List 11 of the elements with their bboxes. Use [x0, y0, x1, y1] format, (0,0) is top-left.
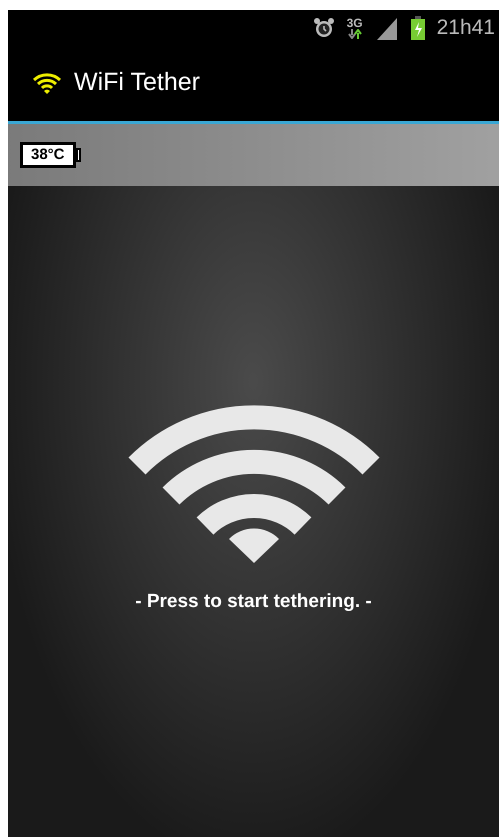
battery-tip-icon	[76, 148, 81, 162]
data-arrows-icon	[348, 28, 362, 38]
alarm-clock-icon	[312, 16, 335, 38]
app-title: WiFi Tether	[74, 67, 200, 98]
clock-time: 21h41	[436, 14, 495, 41]
temperature-battery-label: 38°C	[20, 142, 76, 168]
charging-battery-icon	[410, 16, 425, 40]
signal-bars-icon	[374, 16, 399, 40]
start-hint-text: - Press to start tethering. -	[135, 590, 372, 614]
wifi-icon	[32, 72, 62, 94]
network-type-label: 3G	[346, 16, 363, 28]
